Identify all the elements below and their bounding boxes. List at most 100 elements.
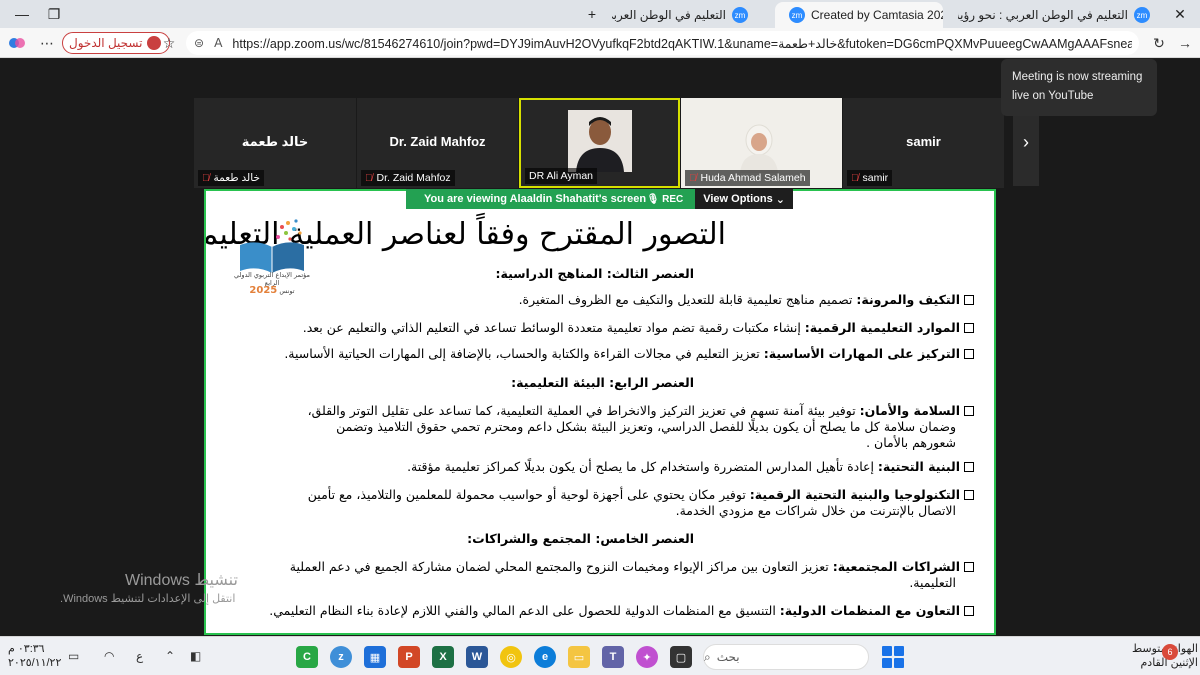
screen-share-banner: You are viewing Alaaldin Shahatit's scre… bbox=[406, 189, 793, 209]
site-info-icon[interactable]: ⊜ bbox=[194, 36, 204, 50]
checkbox-bullet-icon bbox=[964, 323, 974, 333]
activation-watermark-title: Windows تنشيط bbox=[125, 572, 238, 589]
slide-bullet: الشراكات المجتمعية: تعزيز التعاون بين مر… bbox=[290, 559, 974, 575]
weather-widget[interactable]: الهواء: متوسط الإثنين القادم 6 bbox=[1080, 642, 1198, 670]
tab-title: Created by Camtasia 2020 bbox=[811, 8, 943, 22]
task-view-icon[interactable]: ▢ bbox=[670, 646, 692, 668]
slide-section-heading: العنصر الثالث: المناهج الدراسية: bbox=[495, 266, 694, 281]
weather-badge: 6 bbox=[1162, 644, 1178, 660]
participant-video bbox=[568, 110, 632, 172]
zoom-favicon-icon: zm bbox=[789, 7, 805, 23]
checkbox-bullet-icon bbox=[964, 490, 974, 500]
view-options-button[interactable]: View Options ⌄ bbox=[695, 189, 793, 209]
rec-indicator: 🎙 REC bbox=[646, 193, 684, 205]
slide-bullet-continuation: التعليمية. bbox=[909, 575, 956, 590]
restore-button[interactable]: ❐ bbox=[34, 0, 74, 28]
participant-tile[interactable]: خالد طعمة 🎙̸ خالد طعمة bbox=[194, 98, 356, 188]
camtasia-app-icon[interactable]: C bbox=[296, 646, 318, 668]
participant-name: samir bbox=[906, 134, 941, 149]
zoom-meeting-area: خالد طعمة 🎙̸ خالد طعمة Dr. Zaid Mahfoz 🎙̸… bbox=[0, 59, 1200, 636]
file-explorer-icon[interactable]: ▭ bbox=[568, 646, 590, 668]
favorites-star-icon[interactable]: ☆ bbox=[158, 33, 180, 53]
signin-label: تسجيل الدخول bbox=[69, 36, 143, 50]
system-tray-app-icon[interactable]: ◧ bbox=[190, 649, 201, 663]
shared-screen: التصور المقترح وفقاً لعناصر العملية التع… bbox=[204, 189, 996, 635]
read-aloud-icon[interactable]: A bbox=[214, 36, 222, 50]
chevron-up-icon[interactable]: ⌃ bbox=[165, 649, 175, 663]
viewing-text: You are viewing Alaaldin Shahatit's scre… bbox=[424, 193, 647, 205]
input-language-indicator[interactable]: ع bbox=[136, 649, 143, 663]
participant-label: 🎙̸ خالد طعمة bbox=[198, 170, 264, 186]
participant-name: Dr. Zaid Mahfoz bbox=[389, 134, 486, 149]
browser-tab-strip: — ❐ + zm التعليم في الوطن العربي : نحو 🔊… bbox=[0, 0, 1200, 28]
settings-menu-icon[interactable]: ⋯ bbox=[36, 33, 58, 53]
tab-camtasia[interactable]: zm Created by Camtasia 2020 ✕ bbox=[775, 2, 943, 28]
tab-title: التعليم في الوطن العربي : نحو رؤية bbox=[958, 8, 1128, 22]
wifi-icon[interactable]: ◠ bbox=[104, 649, 114, 663]
battery-icon[interactable]: ▭ bbox=[68, 649, 79, 663]
zoom-favicon-icon: zm bbox=[1134, 7, 1150, 23]
new-tab-button[interactable]: + bbox=[572, 0, 612, 28]
tab-zoom-meeting[interactable]: zm التعليم في الوطن العربي : نحو 🔊 bbox=[612, 2, 762, 28]
tab-title: التعليم في الوطن العربي : نحو bbox=[612, 8, 726, 22]
slide-bullet: السلامة والأمان: توفير بيئة آمنة تسهم في… bbox=[308, 403, 974, 419]
participant-tile-active-speaker[interactable]: DR Ali Ayman bbox=[519, 98, 680, 188]
checkbox-bullet-icon bbox=[964, 462, 974, 472]
mic-muted-icon: 🎙̸ bbox=[202, 172, 210, 184]
checkbox-bullet-icon bbox=[964, 606, 974, 616]
participant-video bbox=[740, 124, 778, 173]
participant-label: 🎙̸ samir bbox=[847, 170, 893, 186]
slide-bullet: التركيز على المهارات الأساسية: تعزيز الت… bbox=[284, 346, 974, 362]
slide-bullet: التكيف والمرونة: تصميم مناهج تعليمية قاب… bbox=[519, 292, 974, 308]
checkbox-bullet-icon bbox=[964, 562, 974, 572]
slide-bullet: البنية التحتية: إعادة تأهيل المدارس المت… bbox=[407, 459, 974, 475]
excel-app-icon[interactable]: X bbox=[432, 646, 454, 668]
edge-app-icon[interactable]: e bbox=[534, 646, 556, 668]
slide-bullet-continuation: الاتصال بالإنترنت من خلال شراكات مع مزود… bbox=[675, 503, 956, 518]
teams-app-icon[interactable]: T bbox=[602, 646, 624, 668]
mic-muted-icon: 🎙̸ bbox=[851, 172, 859, 184]
participant-tile[interactable]: samir 🎙̸ samir bbox=[843, 98, 1004, 188]
close-window-button[interactable]: ✕ bbox=[1160, 0, 1200, 28]
streaming-notification: Meeting is now streaming live on YouTube bbox=[1001, 59, 1157, 116]
zoom-app-icon[interactable]: z bbox=[330, 646, 352, 668]
slide-bullet: التعاون مع المنظمات الدولية: التنسيق مع … bbox=[269, 603, 974, 619]
url-text: https://app.zoom.us/wc/81546274610/join?… bbox=[232, 36, 1133, 51]
zoom-favicon-icon: zm bbox=[732, 7, 748, 23]
powerpoint-app-icon[interactable]: P bbox=[398, 646, 420, 668]
copilot-app-icon[interactable]: ✦ bbox=[636, 646, 658, 668]
mic-muted-icon: 🎙̸ bbox=[689, 172, 697, 184]
tab-zoom-vision[interactable]: zm التعليم في الوطن العربي : نحو رؤية ⊕ bbox=[958, 2, 1164, 28]
taskbar-search-input[interactable]: بحث ⌕ bbox=[703, 644, 869, 670]
system-clock[interactable]: ٠٣:٣٦ م ٢٠٢٥/١١/٢٢ bbox=[8, 642, 61, 670]
word-app-icon[interactable]: W bbox=[466, 646, 488, 668]
store-app-icon[interactable]: ▦ bbox=[364, 646, 386, 668]
logo-caption: مؤتمر الإبداع التربوي الدولي الرابع تونس… bbox=[234, 271, 310, 296]
slide-bullet-continuation: شعورهم بالأمان . bbox=[866, 435, 956, 450]
slide-bullet: التكنولوجيا والبنية التحتية الرقمية: توف… bbox=[308, 487, 974, 503]
browser-toolbar: ⋯ تسجيل الدخول ☆ ⊜ A https://app.zoom.us… bbox=[0, 28, 1200, 58]
slide-bullet: الموارد التعليمية الرقمية: إنشاء مكتبات … bbox=[303, 320, 974, 336]
search-icon: ⌕ bbox=[704, 649, 711, 664]
slide-section-heading: العنصر الخامس: المجتمع والشراكات: bbox=[467, 531, 694, 546]
participant-label: DR Ali Ayman bbox=[525, 168, 597, 184]
mic-muted-icon: 🎙̸ bbox=[365, 172, 373, 184]
participant-label: 🎙̸ Huda Ahmad Salameh bbox=[685, 170, 810, 186]
participant-name: خالد طعمة bbox=[241, 134, 309, 149]
chrome-app-icon[interactable]: ◎ bbox=[500, 646, 522, 668]
slide-bullet-continuation: وضمان سلامة كل ما يصلح أن يكون بديلًا لل… bbox=[336, 419, 956, 434]
participant-tile[interactable]: 🎙̸ Huda Ahmad Salameh bbox=[681, 98, 842, 188]
signin-button[interactable]: تسجيل الدخول bbox=[62, 32, 171, 54]
checkbox-bullet-icon bbox=[964, 349, 974, 359]
checkbox-bullet-icon bbox=[964, 295, 974, 305]
back-icon[interactable]: → bbox=[1174, 33, 1196, 53]
checkbox-bullet-icon bbox=[964, 406, 974, 416]
slide-section-heading: العنصر الرابع: البيئة التعليمية: bbox=[511, 375, 694, 390]
windows-taskbar: ٠٣:٣٦ م ٢٠٢٥/١١/٢٢ ▭ ◠ ع ⌃ ◧ C z ▦ P X W… bbox=[0, 636, 1200, 675]
start-button[interactable] bbox=[882, 646, 904, 668]
participant-label: 🎙̸ Dr. Zaid Mahfoz bbox=[361, 170, 455, 186]
participant-tile[interactable]: Dr. Zaid Mahfoz 🎙̸ Dr. Zaid Mahfoz bbox=[357, 98, 518, 188]
copilot-icon[interactable] bbox=[6, 33, 28, 53]
refresh-icon[interactable]: ↻ bbox=[1148, 33, 1170, 53]
address-bar[interactable]: ⊜ A https://app.zoom.us/wc/81546274610/j… bbox=[186, 31, 1139, 55]
